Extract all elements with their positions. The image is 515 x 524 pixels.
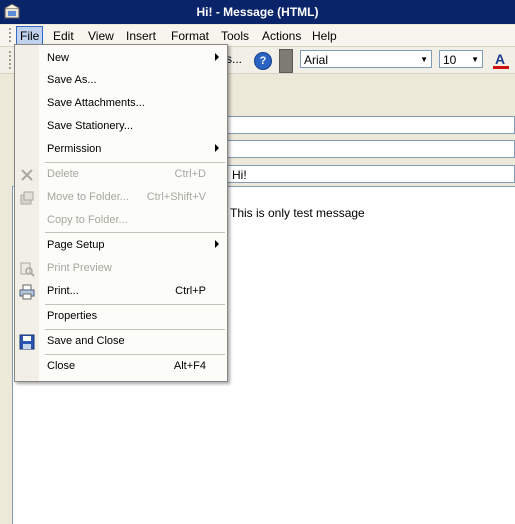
to-field[interactable] xyxy=(226,116,515,134)
file-menu-print[interactable]: Print... Ctrl+P xyxy=(15,281,227,303)
font-size-value: 10 xyxy=(443,53,457,67)
font-name-value: Arial xyxy=(304,53,329,67)
menu-item-label: New xyxy=(47,52,70,64)
toolbar-overflow-chevron-icon[interactable] xyxy=(279,49,293,73)
menu-item-label: Close xyxy=(47,360,76,372)
window-title: Hi! - Message (HTML) xyxy=(196,5,319,19)
menu-separator xyxy=(45,329,225,330)
menu-format[interactable]: Format xyxy=(168,28,212,44)
font-name-combo[interactable]: Arial ▼ xyxy=(300,50,432,68)
file-menu-print-preview[interactable]: Print Preview xyxy=(15,258,227,280)
menu-item-label: Save As... xyxy=(47,74,97,86)
toolbar-options-button[interactable]: s... xyxy=(226,52,242,66)
menu-item-label: Delete xyxy=(47,168,79,180)
toolbar-grip[interactable] xyxy=(9,51,11,69)
menubar-grip[interactable] xyxy=(9,28,11,44)
chevron-down-icon[interactable]: ▼ xyxy=(471,51,479,69)
submenu-arrow-icon xyxy=(215,240,219,248)
printer-icon xyxy=(19,284,35,300)
floppy-disk-icon xyxy=(19,334,35,350)
file-menu-save-attachments[interactable]: Save Attachments... xyxy=(15,93,227,115)
font-size-combo[interactable]: 10 ▼ xyxy=(439,50,483,68)
print-preview-icon xyxy=(20,262,35,277)
menu-item-label: Print... xyxy=(47,285,79,297)
menu-item-shortcut: Ctrl+D xyxy=(174,168,206,180)
file-menu-page-setup[interactable]: Page Setup xyxy=(15,235,227,257)
move-to-folder-icon xyxy=(20,191,34,205)
menu-file[interactable]: File xyxy=(15,26,44,46)
file-menu-close[interactable]: Close Alt+F4 xyxy=(15,356,227,378)
menu-actions[interactable]: Actions xyxy=(259,28,304,44)
subject-field[interactable]: Hi! xyxy=(226,165,515,183)
message-body-text: This is only test message xyxy=(230,206,365,220)
file-menu-properties[interactable]: Properties xyxy=(15,306,227,328)
file-menu-permission[interactable]: Permission xyxy=(15,139,227,161)
menu-item-shortcut: Ctrl+Shift+V xyxy=(146,191,206,203)
menu-help[interactable]: Help xyxy=(309,28,340,44)
menu-item-label: Page Setup xyxy=(47,239,105,251)
chevron-down-icon[interactable]: ▼ xyxy=(420,51,428,69)
menu-tools[interactable]: Tools xyxy=(218,28,252,44)
menu-separator xyxy=(45,304,225,305)
menu-edit[interactable]: Edit xyxy=(50,28,77,44)
submenu-arrow-icon xyxy=(215,53,219,61)
file-menu-dropdown: New Save As... Save Attachments... Save … xyxy=(14,44,228,382)
menu-item-label: Save Stationery... xyxy=(47,120,134,132)
subject-value: Hi! xyxy=(232,168,247,182)
menu-item-label: Properties xyxy=(47,310,98,322)
menu-item-label: Move to Folder... xyxy=(47,191,129,203)
menu-separator xyxy=(45,232,225,233)
title-bar[interactable]: Hi! - Message (HTML) xyxy=(0,0,515,24)
file-menu-save-stationery[interactable]: Save Stationery... xyxy=(15,116,227,138)
menu-separator xyxy=(45,354,225,355)
menu-insert[interactable]: Insert xyxy=(123,28,159,44)
delete-x-icon xyxy=(21,169,33,181)
menu-item-shortcut: Ctrl+P xyxy=(175,285,206,297)
file-menu-delete[interactable]: Delete Ctrl+D xyxy=(15,164,227,186)
cc-field[interactable] xyxy=(226,140,515,158)
menu-item-label: Save Attachments... xyxy=(47,97,145,109)
svg-text:A: A xyxy=(495,51,505,67)
file-menu-move-to-folder[interactable]: Move to Folder... Ctrl+Shift+V xyxy=(15,187,227,209)
file-menu-save-as[interactable]: Save As... xyxy=(15,70,227,92)
submenu-arrow-icon xyxy=(215,144,219,152)
menu-item-shortcut: Alt+F4 xyxy=(173,360,206,372)
file-menu-save-and-close[interactable]: Save and Close xyxy=(15,331,227,353)
menu-separator xyxy=(45,162,225,163)
menu-item-label: Permission xyxy=(47,143,102,155)
menu-item-label: Print Preview xyxy=(47,262,112,274)
menu-item-label: Save and Close xyxy=(47,335,125,347)
file-menu-copy-to-folder[interactable]: Copy to Folder... xyxy=(15,210,227,232)
file-menu-new[interactable]: New xyxy=(15,48,227,70)
help-icon[interactable]: ? xyxy=(254,52,272,70)
font-color-icon[interactable]: A xyxy=(492,50,510,70)
menu-item-label: Copy to Folder... xyxy=(47,214,128,226)
menu-view[interactable]: View xyxy=(85,28,117,44)
